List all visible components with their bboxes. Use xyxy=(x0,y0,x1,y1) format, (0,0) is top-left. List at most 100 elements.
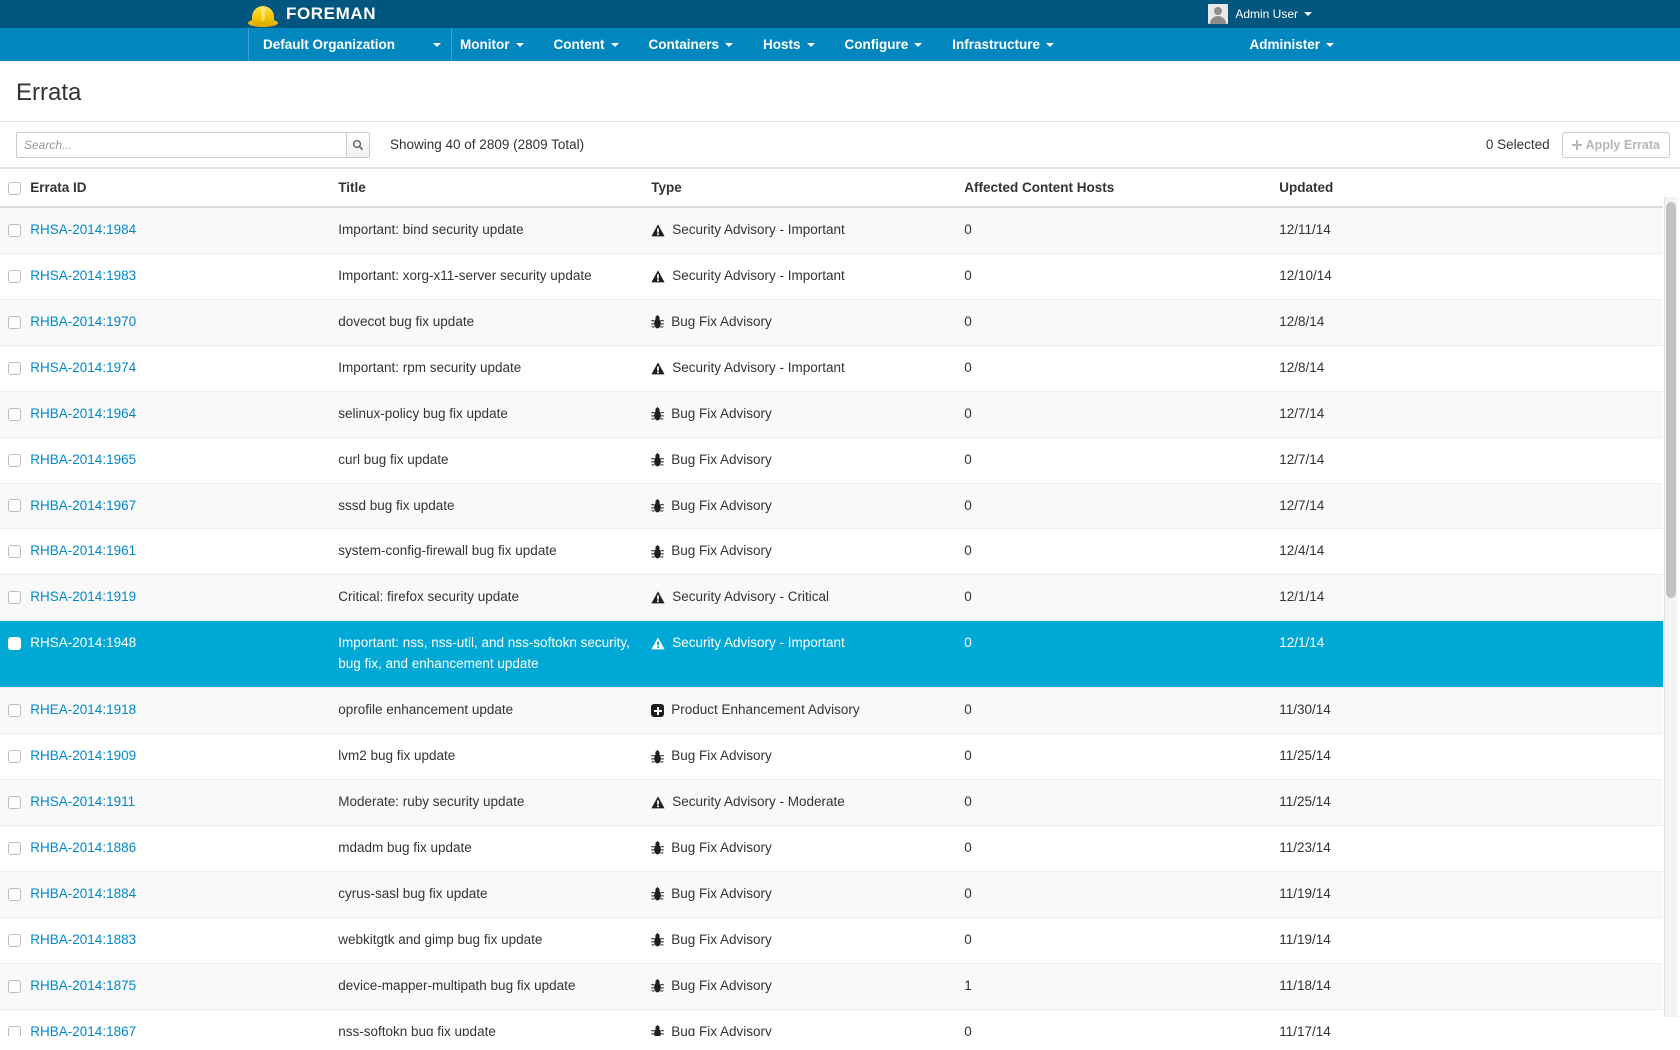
row-select-cell[interactable] xyxy=(0,779,31,826)
search-input[interactable] xyxy=(16,131,346,158)
row-select-cell[interactable] xyxy=(0,687,31,735)
errata-id-link[interactable]: RHBA-2014:1967 xyxy=(30,498,136,513)
cell-title: cyrus-sasl bug fix update xyxy=(338,871,652,918)
cell-title: Moderate: ruby security update xyxy=(338,779,652,826)
table-row[interactable]: RHBA-2014:1886 mdadm bug fix update Bug Fi… xyxy=(0,825,1663,872)
row-select-cell[interactable] xyxy=(0,1009,31,1036)
row-select-cell[interactable] xyxy=(0,299,31,346)
vertical-scrollbar-thumb[interactable] xyxy=(1666,202,1676,598)
errata-id-link[interactable]: RHBA-2014:1884 xyxy=(30,886,136,901)
row-select-cell[interactable] xyxy=(0,391,31,438)
table-row[interactable]: RHBA-2014:1867 nss-softokn bug fix update… xyxy=(0,1009,1663,1036)
row-checkbox[interactable] xyxy=(8,841,21,855)
nav-item-monitor[interactable]: Monitor xyxy=(445,28,539,61)
row-select-cell[interactable] xyxy=(0,574,31,622)
errata-id-link[interactable]: RHBA-2014:1875 xyxy=(30,978,136,993)
errata-id-link[interactable]: RHEA-2014:1918 xyxy=(30,702,136,717)
row-select-cell[interactable] xyxy=(0,207,31,254)
table-row[interactable]: RHBA-2014:1965 curl bug fix update Bug Fix… xyxy=(0,437,1663,484)
errata-id-link[interactable]: RHSA-2014:1948 xyxy=(30,635,136,650)
user-menu[interactable]: Admin User xyxy=(1208,0,1312,28)
nav-item-infrastructure[interactable]: Infrastructure xyxy=(937,28,1069,61)
nav-item-hosts[interactable]: Hosts xyxy=(748,28,830,61)
row-select-cell[interactable] xyxy=(0,253,31,300)
errata-id-link[interactable]: RHSA-2014:1919 xyxy=(30,589,136,604)
column-header-hosts[interactable]: Affected Content Hosts xyxy=(964,169,1280,208)
row-select-cell[interactable] xyxy=(0,825,31,872)
table-row[interactable]: RHBA-2014:1961 system-config-firewall bug… xyxy=(0,528,1663,576)
errata-id-link[interactable]: RHBA-2014:1961 xyxy=(30,543,136,558)
table-row[interactable]: RHBA-2014:1964 selinux-policy bug fix upd… xyxy=(0,391,1663,438)
column-header-updated[interactable]: Updated xyxy=(1279,169,1663,208)
row-select-cell[interactable] xyxy=(0,871,31,918)
row-checkbox[interactable] xyxy=(8,453,21,467)
cell-updated: 11/19/14 xyxy=(1279,917,1663,964)
select-all-checkbox[interactable] xyxy=(8,181,21,195)
row-select-cell[interactable] xyxy=(0,620,31,689)
errata-id-link[interactable]: RHSA-2014:1911 xyxy=(30,794,135,809)
errata-id-link[interactable]: RHSA-2014:1984 xyxy=(30,222,136,237)
column-header-type[interactable]: Type xyxy=(651,169,965,208)
apply-errata-button[interactable]: Apply Errata xyxy=(1561,131,1670,158)
cell-type: Bug Fix Advisory xyxy=(651,391,965,438)
nav-item-administer[interactable]: Administer xyxy=(1234,28,1349,61)
search-button[interactable] xyxy=(346,131,370,158)
errata-id-link[interactable]: RHBA-2014:1965 xyxy=(30,452,136,467)
selected-count: 0 Selected xyxy=(1485,137,1550,152)
table-row[interactable]: RHSA-2014:1948 Important: nss, nss-util, … xyxy=(0,620,1663,689)
errata-id-link[interactable]: RHBA-2014:1867 xyxy=(30,1024,136,1036)
table-row[interactable]: RHBA-2014:1909 lvm2 bug fix update Bug Fix… xyxy=(0,733,1663,780)
table-row[interactable]: RHSA-2014:1984 Important: bind security u… xyxy=(0,207,1663,254)
nav-item-containers[interactable]: Containers xyxy=(634,28,749,61)
row-select-cell[interactable] xyxy=(0,345,31,392)
row-checkbox[interactable] xyxy=(8,545,21,559)
row-select-cell[interactable] xyxy=(0,437,31,484)
row-checkbox[interactable] xyxy=(8,1025,21,1036)
errata-id-link[interactable]: RHSA-2014:1974 xyxy=(30,360,136,375)
nav-item-configure[interactable]: Configure xyxy=(830,28,938,61)
table-row[interactable]: RHSA-2014:1919 Critical: firefox security… xyxy=(0,574,1663,622)
row-checkbox[interactable] xyxy=(8,269,21,283)
row-select-cell[interactable] xyxy=(0,483,31,530)
row-checkbox[interactable] xyxy=(8,887,21,901)
table-row[interactable]: RHBA-2014:1967 sssd bug fix update Bug Fix… xyxy=(0,483,1663,530)
table-row[interactable]: RHBA-2014:1875 device-mapper-multipath bu… xyxy=(0,963,1663,1010)
caret-down-icon xyxy=(725,42,734,47)
errata-id-link[interactable]: RHBA-2014:1909 xyxy=(30,748,136,763)
errata-id-link[interactable]: RHBA-2014:1970 xyxy=(30,314,136,329)
row-select-cell[interactable] xyxy=(0,917,31,964)
row-checkbox[interactable] xyxy=(8,407,21,421)
row-checkbox[interactable] xyxy=(8,704,21,718)
cell-type: Bug Fix Advisory xyxy=(651,1009,965,1036)
row-checkbox[interactable] xyxy=(8,223,21,237)
column-header-errata-id[interactable]: Errata ID xyxy=(30,169,339,208)
row-checkbox[interactable] xyxy=(8,750,21,763)
row-checkbox[interactable] xyxy=(8,795,21,809)
errata-id-link[interactable]: RHBA-2014:1886 xyxy=(30,840,136,855)
errata-id-link[interactable]: RHSA-2014:1983 xyxy=(30,268,136,283)
table-row[interactable]: RHBA-2014:1883 webkitgtk and gimp bug fix… xyxy=(0,917,1663,964)
caret-down-icon xyxy=(515,42,524,47)
table-row[interactable]: RHBA-2014:1970 dovecot bug fix update Bug … xyxy=(0,299,1663,346)
row-checkbox[interactable] xyxy=(8,361,21,375)
column-header-title[interactable]: Title xyxy=(338,169,652,208)
table-row[interactable]: RHEA-2014:1918 oprofile enhancement updat… xyxy=(0,687,1663,735)
row-checkbox[interactable] xyxy=(8,933,21,947)
nav-item-content[interactable]: Content xyxy=(539,28,634,61)
row-select-cell[interactable] xyxy=(0,733,31,780)
row-checkbox[interactable] xyxy=(8,637,21,651)
row-select-cell[interactable] xyxy=(0,528,31,576)
table-row[interactable]: RHSA-2014:1911 Moderate: ruby security up… xyxy=(0,779,1663,826)
table-row[interactable]: RHSA-2014:1974 Important: rpm security up… xyxy=(0,345,1663,392)
table-row[interactable]: RHSA-2014:1983 Important: xorg-x11-server… xyxy=(0,253,1663,300)
errata-id-link[interactable]: RHBA-2014:1964 xyxy=(30,406,136,421)
row-checkbox[interactable] xyxy=(8,591,21,605)
row-checkbox[interactable] xyxy=(8,315,21,329)
errata-id-link[interactable]: RHBA-2014:1883 xyxy=(30,932,136,947)
row-checkbox[interactable] xyxy=(8,979,21,993)
row-select-cell[interactable] xyxy=(0,963,31,1010)
org-selector[interactable]: Default Organization xyxy=(248,28,453,61)
table-row[interactable]: RHBA-2014:1884 cyrus-sasl bug fix update B… xyxy=(0,871,1663,918)
brand-logo[interactable]: FOREMAN xyxy=(248,0,376,28)
row-checkbox[interactable] xyxy=(8,499,21,513)
